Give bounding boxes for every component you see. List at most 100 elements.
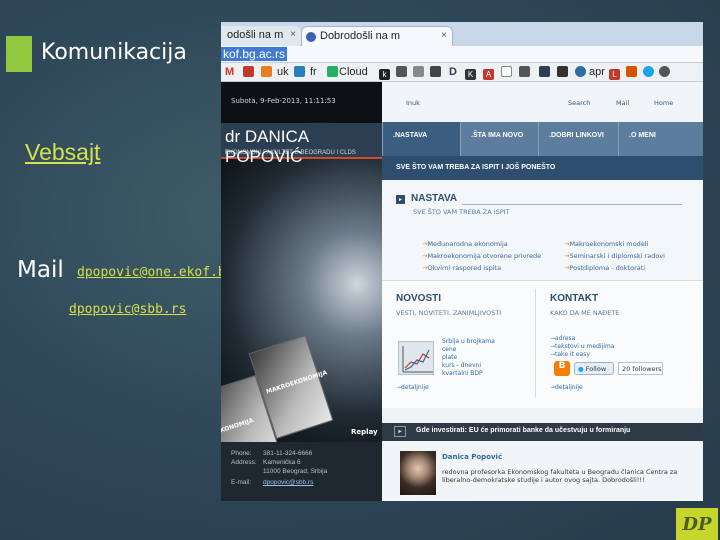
contact-detail-link[interactable]: detaljnije bbox=[550, 384, 583, 391]
arrow-icon: ▸ bbox=[396, 195, 405, 204]
bookmark-doc[interactable] bbox=[501, 65, 512, 79]
twitter-follow-button[interactable]: ● Follow bbox=[574, 362, 614, 375]
contact-title: KONTAKT bbox=[550, 293, 599, 304]
link-makroekonomija[interactable]: Makroekonomija otvorene privrede bbox=[422, 252, 541, 260]
nav-dobri-linkovi[interactable]: .DOBRI LINKOVI bbox=[538, 122, 618, 156]
profile-photo bbox=[400, 451, 436, 495]
slide-title: Komunikacija bbox=[41, 40, 187, 65]
url-text[interactable]: kof.bg.ac.rs bbox=[221, 47, 288, 61]
left-column: Subota, 9-Feb-2013, 11:11:53 dr DANICA P… bbox=[221, 82, 382, 501]
close-icon[interactable]: × bbox=[441, 30, 447, 41]
webpage: Subota, 9-Feb-2013, 11:11:53 dr DANICA P… bbox=[221, 82, 703, 501]
bookmark-a[interactable]: A bbox=[483, 65, 494, 80]
date-text: Subota, 9-Feb-2013, 11:11:53 bbox=[231, 97, 336, 105]
bookmark-l[interactable]: L bbox=[609, 65, 620, 80]
replay-button[interactable]: Replay bbox=[351, 428, 378, 436]
right-column: Inuk Search Mail Home .NASTAVA .ŠTA IMA … bbox=[382, 82, 703, 501]
nav-sta-ima-novo[interactable]: .ŠTA IMA NOVO bbox=[460, 122, 538, 156]
nastava-section: ▸ NASTAVA SVE ŠTO VAM TREBA ZA ISPIT Međ… bbox=[382, 180, 703, 280]
tab-label: odošli na m bbox=[227, 29, 284, 41]
bookmark-k2[interactable]: K bbox=[465, 65, 476, 80]
tab-active[interactable]: Dobrodošli na m × bbox=[301, 26, 453, 46]
ticker-play-icon[interactable]: ▸ bbox=[394, 426, 406, 437]
column-divider bbox=[535, 289, 536, 397]
contact-address-link[interactable]: adresa bbox=[550, 335, 575, 342]
news-title: NOVOSTI bbox=[396, 293, 442, 304]
news-ticker[interactable]: ▸ Gde investirati: EU će primorati banke… bbox=[382, 423, 703, 441]
section-divider bbox=[462, 204, 682, 205]
top-links: Inuk Search Mail Home bbox=[382, 82, 703, 122]
bookmark-cloud[interactable]: Cloud bbox=[339, 65, 368, 79]
contact-subtitle: KAKO DA ME NAĐETE bbox=[550, 309, 620, 317]
news-link[interactable]: plate bbox=[442, 354, 457, 361]
news-subtitle: VESTI, NOVITETI, ZANIMLJIVOSTI bbox=[396, 309, 502, 317]
bookmark-globe[interactable] bbox=[575, 65, 586, 79]
bookmark-d[interactable]: D bbox=[449, 65, 457, 79]
bookmark-square[interactable] bbox=[413, 65, 424, 79]
link-medjunarodna[interactable]: Međunarodna ekonomija bbox=[422, 240, 507, 248]
contact-easy-link[interactable]: take it easy bbox=[550, 351, 590, 358]
lang-link[interactable]: Inuk bbox=[406, 99, 420, 107]
sub-banner: SVE ŠTO VAM TREBA ZA ISPIT I JOŠ PONEŠTO bbox=[382, 156, 703, 180]
bookmark-square[interactable] bbox=[626, 65, 637, 79]
news-link[interactable]: kurs - dnevni bbox=[442, 362, 481, 369]
apple-icon[interactable] bbox=[659, 65, 670, 79]
tab-strip: odošli na m × Dobrodošli na m × bbox=[221, 22, 703, 46]
link-postdiploma[interactable]: Postdiploma - doktorati bbox=[564, 264, 645, 272]
section-title: NASTAVA bbox=[411, 193, 458, 204]
bookmark-fr[interactable]: fr bbox=[310, 65, 317, 79]
profile-name[interactable]: Danica Popović bbox=[442, 453, 502, 461]
favicon-icon bbox=[306, 32, 316, 42]
email-link-secondary[interactable]: dpopovic@sbb.rs bbox=[69, 302, 186, 317]
bookmark-square[interactable] bbox=[539, 65, 550, 79]
profile-section: Danica Popović redovna profesorka Ekonom… bbox=[382, 441, 703, 501]
chart-thumbnail[interactable] bbox=[398, 341, 434, 375]
bookmarks-bar: M uk fr Cloud k D K A apr L bbox=[221, 63, 703, 82]
mail-label: Mail bbox=[17, 257, 64, 283]
bookmark-square[interactable] bbox=[294, 65, 305, 79]
followers-count: 20 followers bbox=[618, 362, 663, 375]
mail-link[interactable]: Mail bbox=[616, 99, 629, 107]
nav-o-meni[interactable]: .O MENI bbox=[618, 122, 703, 156]
bookmark-red[interactable] bbox=[243, 65, 254, 79]
home-link[interactable]: Home bbox=[654, 99, 673, 107]
bookmark-square[interactable] bbox=[519, 65, 530, 79]
blogger-icon[interactable]: B bbox=[554, 361, 570, 376]
news-link[interactable]: Srbija u brojkama bbox=[442, 338, 495, 345]
link-raspored[interactable]: Okvirni raspored ispita bbox=[422, 264, 501, 272]
link-modeli[interactable]: Makroekonomski modeli bbox=[564, 240, 648, 248]
address-bar[interactable]: kof.bg.ac.rs bbox=[221, 46, 703, 63]
bookmark-square[interactable] bbox=[430, 65, 441, 79]
site-subtitle: EKONOMSKI FAKULTET U BEOGRADU I CLDS bbox=[225, 150, 356, 156]
link-seminarski[interactable]: Seminarski i diplomski radovi bbox=[564, 252, 665, 260]
bookmark-square[interactable] bbox=[327, 65, 338, 79]
bookmark-orange[interactable] bbox=[261, 65, 272, 79]
news-link[interactable]: kvartalni BDP bbox=[442, 370, 483, 377]
tab-label: Dobrodošli na m bbox=[320, 30, 401, 42]
profile-description: redovna profesorka Ekonomskog fakulteta … bbox=[442, 468, 678, 484]
twitter-icon[interactable] bbox=[643, 65, 654, 79]
website-link[interactable]: Vebsajt bbox=[25, 139, 100, 166]
nav-bar: .NASTAVA .ŠTA IMA NOVO .DOBRI LINKOVI .O… bbox=[382, 122, 703, 156]
news-contact-section: NOVOSTI VESTI, NOVITETI, ZANIMLJIVOSTI S… bbox=[382, 280, 703, 408]
contact-email-link[interactable]: dpopovic@sbb.rs bbox=[263, 479, 313, 486]
site-title: dr DANICA POPOVIĆ bbox=[225, 127, 309, 166]
name-banner: dr DANICA POPOVIĆ EKONOMSKI FAKULTET U B… bbox=[221, 123, 382, 166]
contact-block: Phone: 381-11-324-6666 Address: Kamenička … bbox=[221, 442, 382, 501]
close-icon[interactable]: × bbox=[290, 29, 296, 40]
contact-media-link[interactable]: tekstovi u medijima bbox=[550, 343, 614, 350]
nav-nastava[interactable]: .NASTAVA bbox=[382, 122, 460, 156]
search-link[interactable]: Search bbox=[568, 99, 590, 107]
news-detail-link[interactable]: detaljnije bbox=[396, 384, 429, 391]
bookmark-square[interactable] bbox=[557, 65, 568, 79]
bookmark-k[interactable]: k bbox=[379, 65, 390, 80]
bookmark-square[interactable] bbox=[396, 65, 407, 79]
gmail-icon[interactable]: M bbox=[225, 65, 234, 79]
accent-bar bbox=[6, 36, 32, 72]
dp-logo: DP bbox=[676, 508, 718, 540]
news-link[interactable]: cene bbox=[442, 346, 456, 353]
bookmark-uk[interactable]: uk bbox=[277, 65, 289, 79]
bookmark-apr[interactable]: apr bbox=[589, 65, 605, 79]
section-subtitle: SVE ŠTO VAM TREBA ZA ISPIT bbox=[413, 208, 510, 216]
tab-inactive[interactable]: odošli na m × bbox=[221, 26, 301, 46]
